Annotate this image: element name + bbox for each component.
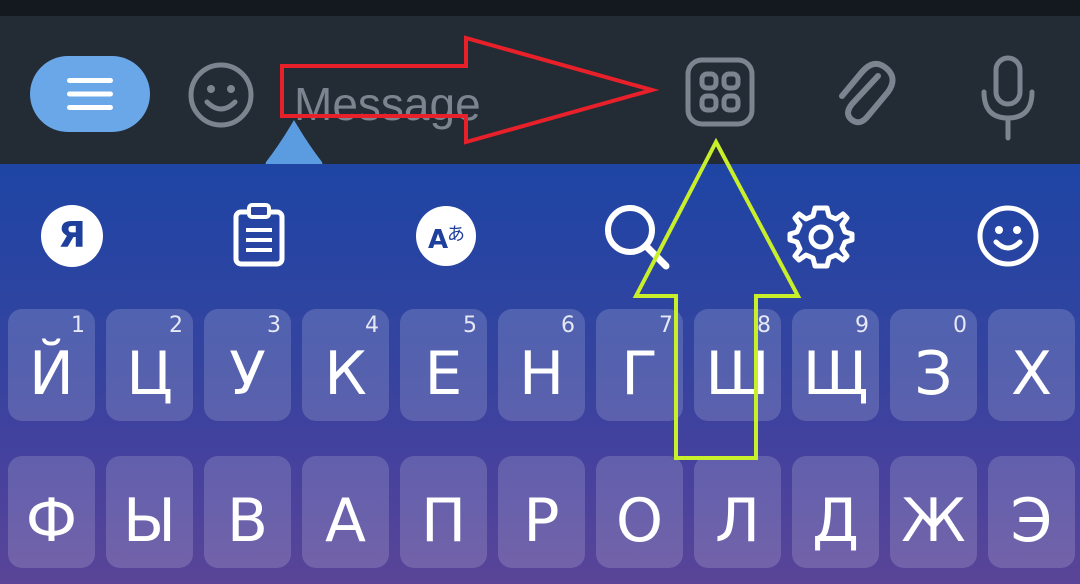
key-row2-7[interactable]: О <box>596 456 683 568</box>
svg-text:A: A <box>428 225 448 255</box>
key-letter: Е <box>424 339 463 409</box>
key-letter: У <box>229 339 266 409</box>
message-input[interactable] <box>278 74 674 134</box>
key-number-hint: 4 <box>365 313 379 338</box>
key-letter: Г <box>621 339 658 409</box>
key-letter: Ф <box>25 486 78 556</box>
key-number-hint: 0 <box>953 313 967 338</box>
emoji-icon[interactable] <box>976 204 1040 268</box>
key-letter: Щ <box>802 339 869 409</box>
key-letter: О <box>615 486 664 556</box>
paperclip-icon[interactable] <box>830 56 898 132</box>
key-number-hint: 2 <box>169 313 183 338</box>
bot-menu-button[interactable] <box>30 56 150 132</box>
key-letter: А <box>324 486 367 556</box>
key-letter: Л <box>714 486 761 556</box>
key-letter: Р <box>523 486 560 556</box>
key-letter: Й <box>29 339 74 409</box>
key-row1-4[interactable]: 4К <box>302 309 389 421</box>
key-row2-9[interactable]: Д <box>792 456 879 568</box>
key-row2-2[interactable]: Ы <box>106 456 193 568</box>
yandex-logo-icon[interactable]: Я <box>40 204 104 268</box>
key-row2-1[interactable]: Ф <box>8 456 95 568</box>
key-letter: Ш <box>705 339 770 409</box>
key-number-hint: 9 <box>855 313 869 338</box>
key-row2-11[interactable]: Э <box>988 456 1075 568</box>
key-row2-3[interactable]: В <box>204 456 291 568</box>
key-row1-7[interactable]: 7Г <box>596 309 683 421</box>
key-row1-8[interactable]: 8Ш <box>694 309 781 421</box>
key-letter: П <box>420 486 467 556</box>
key-row1-9[interactable]: 9Щ <box>792 309 879 421</box>
key-number-hint: 7 <box>659 313 673 338</box>
grid-apps-icon[interactable] <box>684 56 756 128</box>
key-letter: Ж <box>901 486 966 556</box>
key-letter: Д <box>812 486 859 556</box>
clipboard-icon[interactable] <box>232 202 286 268</box>
keyboard: Я A あ 1Й 2Ц 3У 4К 5Е 6Н 7Г 8Ш 9Щ 0З Х Ф … <box>0 164 1080 584</box>
key-row1-3[interactable]: 3У <box>204 309 291 421</box>
key-letter: Э <box>1010 486 1053 556</box>
translate-icon[interactable]: A あ <box>414 204 478 268</box>
key-row1-6[interactable]: 6Н <box>498 309 585 421</box>
key-letter: Ц <box>126 339 173 409</box>
key-number-hint: 6 <box>561 313 575 338</box>
yandex-logo-label: Я <box>58 215 86 256</box>
key-row1-10[interactable]: 0З <box>890 309 977 421</box>
key-row1-5[interactable]: 5Е <box>400 309 487 421</box>
key-number-hint: 3 <box>267 313 281 338</box>
key-row2-5[interactable]: П <box>400 456 487 568</box>
chat-background-strip <box>0 0 1080 16</box>
key-letter: Ы <box>123 486 176 556</box>
key-letter: З <box>914 339 953 409</box>
key-letter: Х <box>1010 339 1053 409</box>
message-input-bar <box>0 16 1080 164</box>
key-number-hint: 5 <box>463 313 477 338</box>
settings-gear-icon[interactable] <box>786 202 856 272</box>
hamburger-icon <box>67 78 113 110</box>
microphone-icon[interactable] <box>976 54 1040 144</box>
key-number-hint: 1 <box>71 313 85 338</box>
key-row1-1[interactable]: 1Й <box>8 309 95 421</box>
key-row2-4[interactable]: А <box>302 456 389 568</box>
key-row1-11[interactable]: Х <box>988 309 1075 421</box>
key-letter: Н <box>518 339 565 409</box>
key-row1-2[interactable]: 2Ц <box>106 309 193 421</box>
key-letter: В <box>226 486 269 556</box>
svg-text:あ: あ <box>447 224 465 245</box>
key-number-hint: 8 <box>757 313 771 338</box>
key-letter: К <box>324 339 367 409</box>
key-row2-10[interactable]: Ж <box>890 456 977 568</box>
key-row2-6[interactable]: Р <box>498 456 585 568</box>
search-icon[interactable] <box>602 202 672 272</box>
smiley-icon[interactable] <box>186 60 256 130</box>
key-row2-8[interactable]: Л <box>694 456 781 568</box>
